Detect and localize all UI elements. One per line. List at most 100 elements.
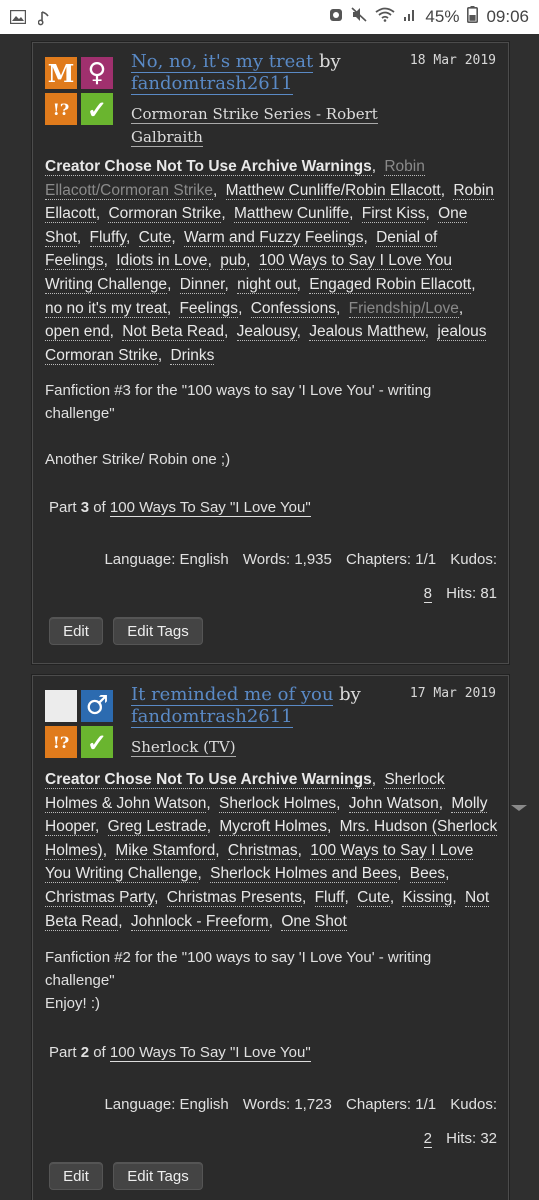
freeform-tag[interactable]: Cute [357, 888, 390, 907]
freeform-tag[interactable]: Jealous Matthew [309, 323, 425, 342]
tag-separator: , [125, 228, 131, 246]
freeform-tag[interactable]: Mike Stamford [115, 841, 216, 860]
tag-separator: , [371, 158, 377, 175]
freeform-tag[interactable]: Warm and Fuzzy Feelings [183, 228, 364, 247]
series-link[interactable]: 100 Ways To Say "I Love You" [109, 499, 311, 517]
tag-separator: , [109, 323, 114, 341]
works-page[interactable]: M ♀ !? ✓ No, no, it's my treat by fandom… [0, 34, 539, 1200]
author-link[interactable]: fandomtrash2611 [131, 73, 293, 95]
freeform-tag[interactable]: open end [45, 323, 110, 342]
freeform-tag[interactable]: Christmas Party [45, 888, 155, 907]
warning-tag[interactable]: Creator Chose Not To Use Archive Warning… [45, 158, 372, 176]
language-label: Language: [104, 551, 176, 568]
tag-separator: , [424, 323, 430, 341]
freeform-tag[interactable]: Mycroft Holmes [219, 818, 327, 837]
tag-separator: , [326, 818, 332, 836]
tag-separator: , [438, 794, 443, 812]
complete-icon: ✓ [81, 93, 113, 125]
summary-line: Fanfiction #2 for the "100 ways to say '… [45, 949, 432, 989]
freeform-tag[interactable]: Drinks [170, 346, 215, 365]
freeform-tag[interactable]: First Kiss [361, 205, 426, 224]
freeform-tag[interactable]: Not Beta Read [122, 323, 224, 342]
work-title-link[interactable]: No, no, it's my treat [131, 51, 314, 73]
stats-line-1: Language: English Words: 1,935 Chapters:… [45, 543, 497, 577]
freeform-tag[interactable]: Christmas Presents [166, 888, 302, 907]
category-icon: ♂ [81, 690, 113, 722]
tag-separator: , [349, 205, 354, 223]
chapters-value: 1/1 [415, 1096, 437, 1113]
kudos-link[interactable]: 2 [423, 1130, 432, 1148]
freeform-tag[interactable]: One Shot [281, 912, 347, 931]
freeform-tag[interactable]: Sherlock Holmes and Bees [210, 865, 398, 884]
freeform-tag[interactable]: Christmas [227, 841, 298, 860]
category-icon: ♀ [81, 57, 113, 89]
by-text: by [339, 684, 361, 705]
signal-icon [403, 7, 417, 27]
summary-line: Enjoy! :) [45, 995, 101, 1012]
freeform-tag[interactable]: Engaged Robin Ellacott [309, 275, 472, 294]
warning-icon: !? [45, 93, 77, 125]
fandom-label: Sherlock (TV) [131, 738, 236, 757]
author-link[interactable]: fandomtrash2611 [131, 706, 293, 728]
fandom-link[interactable]: Sherlock (TV) [131, 736, 421, 759]
tag-separator: , [471, 275, 476, 293]
freeform-tag[interactable]: no no it's my treat [45, 299, 167, 318]
required-tags[interactable]: ♂ !? ✓ [45, 690, 113, 758]
tag-separator: , [238, 299, 243, 317]
work-summary: Fanfiction #2 for the "100 ways to say '… [45, 946, 500, 1015]
freeform-tag[interactable]: Greg Lestrade [107, 818, 207, 837]
work-date: 18 Mar 2019 [409, 53, 496, 68]
freeform-tag[interactable]: night out [237, 275, 297, 294]
hits-value: 81 [480, 585, 497, 602]
scrollbar-handle[interactable] [511, 796, 527, 811]
freeform-tag[interactable]: Kissing [402, 888, 453, 907]
edit-button[interactable]: Edit [49, 1162, 103, 1190]
freeform-tag[interactable]: Idiots in Love [116, 252, 208, 271]
tag-separator: , [215, 841, 220, 859]
tag-separator: , [171, 228, 176, 246]
freeform-tag[interactable]: Sherlock Holmes [219, 794, 337, 813]
alarm-icon [329, 7, 343, 27]
freeform-tag[interactable]: Matthew Cunliffe/Robin Ellacott [225, 181, 441, 200]
fandom-link[interactable]: Cormoran Strike Series - Robert Galbrait… [131, 103, 421, 149]
freeform-tag[interactable]: Johnlock - Freeform [130, 912, 269, 931]
relationship-tag[interactable]: Friendship/Love [348, 299, 459, 318]
freeform-tag[interactable]: pub [220, 252, 247, 271]
freeform-tag[interactable]: Jealousy [236, 323, 297, 342]
tag-separator: , [445, 865, 450, 883]
work-title-link[interactable]: It reminded me of you [131, 684, 334, 706]
series-part-number: 3 [80, 499, 90, 516]
freeform-tag[interactable]: John Watson [348, 794, 439, 813]
freeform-tag[interactable]: Confessions [250, 299, 336, 318]
edit-tags-button[interactable]: Edit Tags [113, 1162, 203, 1190]
tag-separator: , [297, 841, 302, 859]
status-bar: 45% 09:06 [0, 0, 539, 34]
status-right: 45% 09:06 [329, 6, 529, 28]
freeform-tag[interactable]: Cute [138, 228, 172, 247]
kudos-link[interactable]: 8 [423, 585, 432, 603]
series-part-prefix: Part [49, 1044, 77, 1061]
words-value: 1,723 [294, 1096, 332, 1113]
freeform-tag[interactable]: Fluffy [89, 228, 126, 247]
freeform-tag[interactable]: Dinner [179, 275, 225, 294]
work-summary: Fanfiction #3 for the "100 ways to say '… [45, 379, 500, 471]
tag-separator: , [335, 299, 341, 317]
summary-line: Another Strike/ Robin one ;) [45, 451, 231, 468]
freeform-tag[interactable]: Bees [409, 865, 446, 884]
edit-button[interactable]: Edit [49, 617, 103, 645]
series-of: of [93, 499, 106, 516]
freeform-tag[interactable]: Fluff [314, 888, 345, 907]
battery-icon [467, 6, 479, 28]
work-heading: No, no, it's my treat by fandomtrash2611 [131, 51, 401, 95]
freeform-tag[interactable]: Cormoran Strike [108, 205, 222, 224]
series-link[interactable]: 100 Ways To Say "I Love You" [109, 1044, 311, 1062]
warning-icon: !? [45, 726, 77, 758]
warning-tag[interactable]: Creator Chose Not To Use Archive Warning… [45, 771, 372, 789]
wifi-icon [375, 7, 395, 27]
freeform-tag[interactable]: Matthew Cunliffe [233, 205, 350, 224]
tag-separator: , [102, 841, 108, 859]
required-tags[interactable]: M ♀ !? ✓ [45, 57, 113, 125]
freeform-tag[interactable]: Feelings [179, 299, 239, 318]
edit-tags-button[interactable]: Edit Tags [113, 617, 203, 645]
tag-separator: , [371, 771, 377, 788]
